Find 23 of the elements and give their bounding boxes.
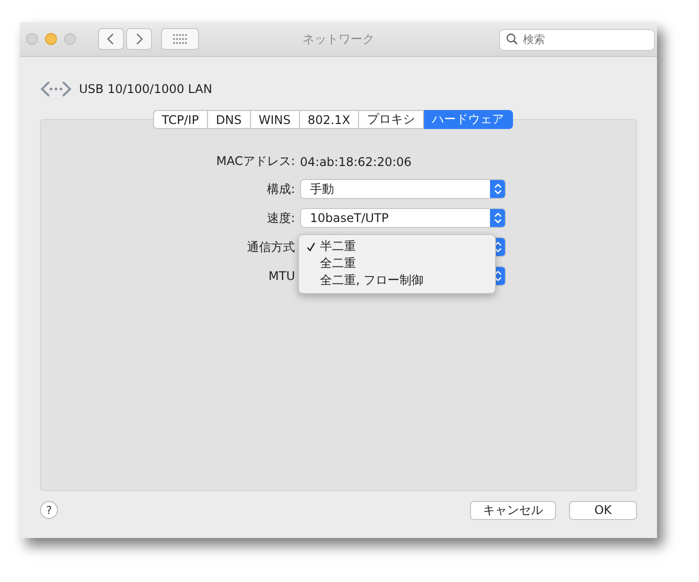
field-label: MTU xyxy=(268,269,295,283)
field-label: MACアドレス: xyxy=(215,153,295,170)
menu-item[interactable]: 全二重, フロー制御 xyxy=(299,272,495,289)
window-title: ネットワーク xyxy=(302,30,376,48)
tab[interactable]: WINS xyxy=(250,110,300,129)
field-label: 通信方式 xyxy=(246,238,295,256)
field-label: 速度: xyxy=(266,210,295,226)
tab[interactable]: TCP/IP xyxy=(152,110,208,129)
mac-address: 04:ab:18:62:20:06 xyxy=(300,154,413,168)
help-button[interactable]: ? xyxy=(40,501,58,519)
tab[interactable]: 802.1X xyxy=(300,110,360,129)
field-label: 構成: xyxy=(266,180,295,198)
menu-item[interactable]: 全二重 xyxy=(299,255,495,272)
tab[interactable]: DNS xyxy=(208,110,251,129)
interface-name: USB 10/100/1000 LAN xyxy=(79,82,212,96)
menu-item[interactable]: 半二重 xyxy=(299,238,495,255)
dialog-button[interactable]: OK xyxy=(569,500,637,520)
search-field[interactable]: 検索 xyxy=(499,28,655,50)
tab[interactable]: ハードウェア xyxy=(424,110,514,129)
tab[interactable]: プロキシ xyxy=(359,110,424,129)
select-field[interactable]: 10baseT/UTP xyxy=(300,208,506,228)
dialog-button[interactable]: キャンセル xyxy=(470,500,556,520)
select-field[interactable]: 手動 xyxy=(300,179,506,199)
